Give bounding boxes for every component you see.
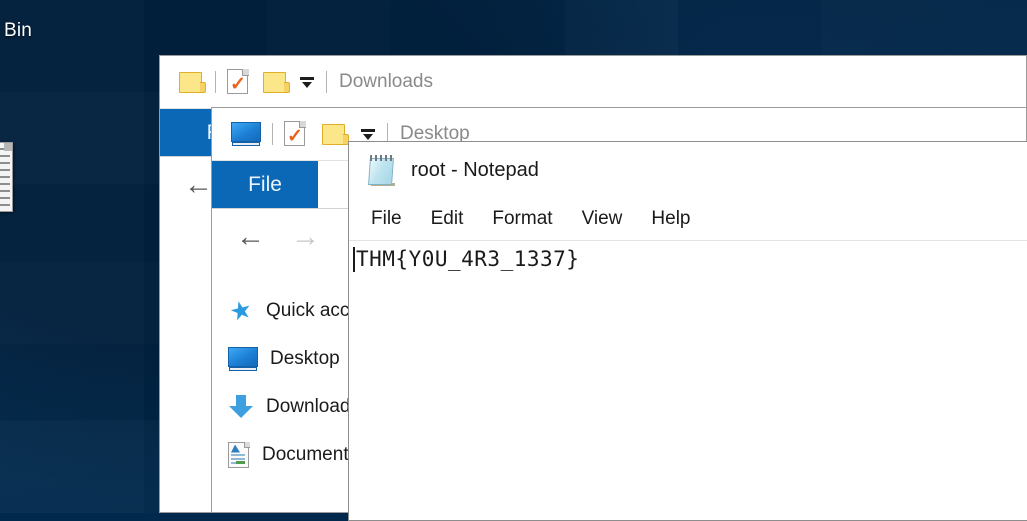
menu-item-help[interactable]: Help (651, 208, 690, 230)
ribbon-file-tab-desktop[interactable]: File (212, 161, 318, 208)
menu-item-format[interactable]: Format (492, 208, 552, 230)
sidebar-item-label: Desktop (270, 348, 340, 369)
notepad-window[interactable]: root - Notepad File Edit Format View Hel… (348, 141, 1027, 521)
recycle-bin-label: Bin (4, 20, 33, 41)
notepad-content: THM{Y0U_4R3_1337} (356, 247, 580, 271)
sidebar-item-label: Documents (262, 444, 359, 465)
folder-icon[interactable] (179, 70, 206, 94)
back-arrow-icon[interactable]: ← (236, 222, 265, 252)
menu-item-edit[interactable]: Edit (431, 208, 464, 230)
file-icon-corner (4, 143, 12, 151)
notepad-icon (367, 154, 397, 186)
forward-arrow-icon[interactable]: → (291, 222, 320, 252)
notepad-title-text: root - Notepad (411, 158, 539, 181)
desktop-monitor-icon (228, 347, 258, 371)
desktop-monitor-icon[interactable] (231, 122, 261, 146)
new-folder-icon[interactable] (263, 70, 290, 94)
text-caret (353, 247, 355, 272)
titlebar-downloads[interactable]: ✓ Downloads (160, 56, 1026, 108)
sidebar-item-label: Downloads (266, 396, 360, 417)
window-title-downloads: Downloads (339, 71, 433, 92)
back-arrow-icon[interactable]: ← (184, 170, 213, 200)
title-separator (326, 71, 327, 93)
downloads-arrow-icon (228, 394, 254, 420)
quick-access-toolbar-downloads[interactable]: ✓ Downloads (160, 69, 433, 95)
menu-item-file[interactable]: File (371, 208, 402, 230)
new-folder-icon[interactable] (322, 122, 349, 146)
documents-icon (228, 441, 250, 469)
toolbar-separator (215, 71, 216, 93)
properties-icon[interactable]: ✓ (284, 121, 306, 147)
notepad-text-area[interactable]: THM{Y0U_4R3_1337} (349, 241, 1027, 272)
customize-dropdown-icon[interactable] (298, 73, 316, 91)
quick-access-star-icon: ★ (226, 294, 256, 328)
notepad-titlebar[interactable]: root - Notepad (349, 142, 1027, 198)
notepad-menu-bar[interactable]: File Edit Format View Help (349, 198, 1027, 240)
text-file-icon[interactable] (0, 142, 13, 212)
file-icon-lines (0, 148, 10, 208)
menu-item-view[interactable]: View (582, 208, 623, 230)
properties-icon[interactable]: ✓ (227, 69, 249, 95)
toolbar-separator (272, 123, 273, 145)
